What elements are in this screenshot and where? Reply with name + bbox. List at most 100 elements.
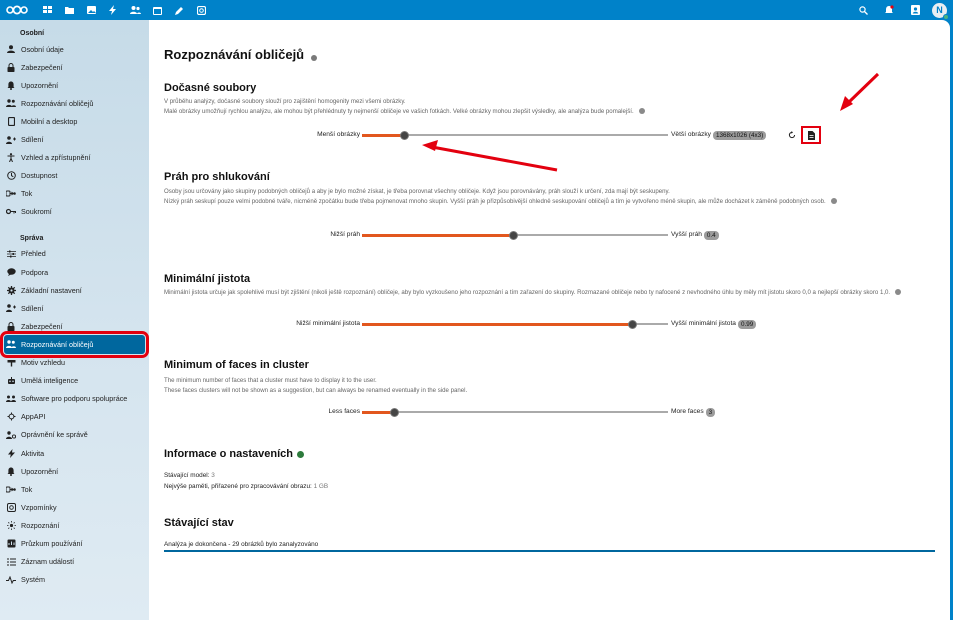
files-icon[interactable] <box>58 0 80 20</box>
slider-max-label: More faces <box>671 408 704 415</box>
sidebar-item-admin-14[interactable]: Vzpomínky <box>0 498 149 516</box>
sidebar-item-label: Systém <box>21 575 45 585</box>
notifications-icon[interactable] <box>876 0 902 20</box>
share-icon <box>6 303 16 313</box>
sidebar-item-personal-1[interactable]: Zabezpečení <box>0 58 149 76</box>
value-badge: 3 <box>705 407 716 417</box>
sun-icon <box>6 520 16 530</box>
online-status-icon <box>943 13 949 20</box>
sidebar-item-admin-1[interactable]: Podpora <box>0 263 149 281</box>
sidebar-item-label: Základní nastavení <box>21 285 82 295</box>
sidebar-item-label: Upozornění <box>21 80 59 90</box>
sidebar-item-admin-7[interactable]: Umělá inteligence <box>0 372 149 390</box>
sidebar-item-personal-6[interactable]: Vzhled a zpřístupnění <box>0 149 149 167</box>
sidebar-item-admin-15[interactable]: Rozpoznání <box>0 516 149 534</box>
sidebar-item-admin-3[interactable]: Sdílení <box>0 299 149 317</box>
sidebar-item-admin-9[interactable]: AppAPI <box>0 408 149 426</box>
slider-thumb[interactable] <box>509 230 518 240</box>
settings-info-heading: Informace o nastaveních <box>164 448 304 460</box>
sidebar-item-admin-13[interactable]: Tok <box>0 480 149 498</box>
sidebar-item-label: Osobní údaje <box>21 44 64 54</box>
gear-small-icon <box>6 412 16 422</box>
sidebar-section-admin: Správa <box>20 234 44 242</box>
page-title: Rozpoznávání obličejů <box>164 47 318 62</box>
main-content: Rozpoznávání obličejů Dočasné soubory V … <box>149 20 950 620</box>
accessibility-icon <box>6 153 16 163</box>
group-icon <box>6 394 16 404</box>
sidebar-item-label: Rozpoznávání obličejů <box>21 339 94 349</box>
sidebar-item-admin-2[interactable]: Základní nastavení <box>0 281 149 299</box>
avatar[interactable]: N <box>932 2 949 20</box>
sidebar-item-admin-0[interactable]: Přehled <box>0 245 149 263</box>
sidebar-item-personal-7[interactable]: Dostupnost <box>0 167 149 185</box>
sidebar-item-admin-5[interactable]: Rozpoznávání obličejů <box>0 331 149 358</box>
brush-icon <box>6 358 16 368</box>
sidebar-item-admin-11[interactable]: Aktivita <box>0 444 149 462</box>
sidebar-item-personal-8[interactable]: Tok <box>0 185 149 203</box>
sliders-icon <box>6 249 16 259</box>
survey-icon <box>6 538 16 548</box>
slider-min-label: Nižší minimální jistota <box>296 320 360 327</box>
faces-icon <box>6 98 16 108</box>
temp-files-description: V průběhu analýzy, dočasné soubory slouž… <box>164 97 939 116</box>
faces-icon <box>6 339 16 349</box>
confidence-description: Minimální jistota určuje jak spolehlivé … <box>164 288 939 298</box>
slider-thumb[interactable] <box>628 319 637 329</box>
sidebar-item-label: Aktivita <box>21 448 45 458</box>
slider-thumb[interactable] <box>400 130 409 140</box>
sidebar-item-admin-6[interactable]: Motiv vzhledu <box>0 354 149 372</box>
sidebar-item-label: Zabezpečení <box>21 321 63 331</box>
person-icon <box>6 44 16 54</box>
share-icon <box>6 135 16 145</box>
sidebar-item-label: Sdílení <box>21 135 44 145</box>
sidebar-item-admin-12[interactable]: Upozornění <box>0 462 149 480</box>
sidebar-item-admin-4[interactable]: Zabezpečení <box>0 317 149 335</box>
slider-min-label: Menší obrázky <box>317 131 360 138</box>
file-icon-button[interactable] <box>801 126 821 144</box>
sidebar-item-label: Zabezpečení <box>21 62 63 72</box>
sidebar-item-admin-16[interactable]: Průzkum používání <box>0 534 149 552</box>
search-icon[interactable] <box>850 0 876 20</box>
min-faces-slider-row: Less faces More faces 3 <box>149 406 950 418</box>
help-icon[interactable] <box>895 289 902 296</box>
sidebar-item-label: Podpora <box>21 267 49 277</box>
status-ok-icon <box>297 450 304 458</box>
notes-icon[interactable] <box>168 0 190 20</box>
dashboard-icon[interactable] <box>36 0 58 20</box>
memories-icon[interactable] <box>190 0 212 20</box>
sidebar-item-label: Software pro podporu spolupráce <box>21 394 128 404</box>
sidebar-item-label: Rozpoznání <box>21 520 60 530</box>
sidebar-item-label: Přehled <box>21 249 46 259</box>
current-status-heading: Stávající stav <box>164 517 234 529</box>
calendar-icon[interactable] <box>146 0 168 20</box>
bell-icon <box>6 466 16 476</box>
sidebar-item-personal-9[interactable]: Soukromí <box>0 203 149 221</box>
sidebar-item-label: Upozornění <box>21 466 59 476</box>
sidebar-section-personal: Osobní <box>20 30 45 37</box>
clock-icon <box>6 171 16 181</box>
help-icon[interactable] <box>638 107 645 114</box>
sidebar-item-personal-3[interactable]: Rozpoznávání obličejů <box>0 94 149 112</box>
activity-icon <box>6 448 16 458</box>
sidebar-item-personal-2[interactable]: Upozornění <box>0 76 149 94</box>
help-icon[interactable] <box>830 197 837 204</box>
sidebar-item-admin-17[interactable]: Záznam událostí <box>0 553 149 571</box>
info-icon[interactable] <box>311 54 318 61</box>
sidebar-item-admin-18[interactable]: Systém <box>0 571 149 589</box>
contacts-menu-icon[interactable] <box>902 0 928 20</box>
chat-icon <box>6 267 16 277</box>
sidebar-item-admin-8[interactable]: Software pro podporu spolupráce <box>0 390 149 408</box>
sidebar-item-personal-0[interactable]: Osobní údaje <box>0 40 149 58</box>
flow-icon <box>6 189 16 199</box>
slider-thumb[interactable] <box>390 407 399 417</box>
sidebar-item-personal-5[interactable]: Sdílení <box>0 130 149 148</box>
reset-icon[interactable] <box>787 130 797 140</box>
file-icon <box>807 130 815 140</box>
nextcloud-logo-icon[interactable] <box>2 0 32 20</box>
photos-icon[interactable] <box>80 0 102 20</box>
contacts-icon[interactable] <box>124 0 146 20</box>
sidebar-item-personal-4[interactable]: Mobilní a desktop <box>0 112 149 130</box>
activity-icon[interactable] <box>102 0 124 20</box>
sidebar-item-admin-10[interactable]: Oprávnění ke správě <box>0 426 149 444</box>
min-faces-slider[interactable] <box>362 411 668 413</box>
